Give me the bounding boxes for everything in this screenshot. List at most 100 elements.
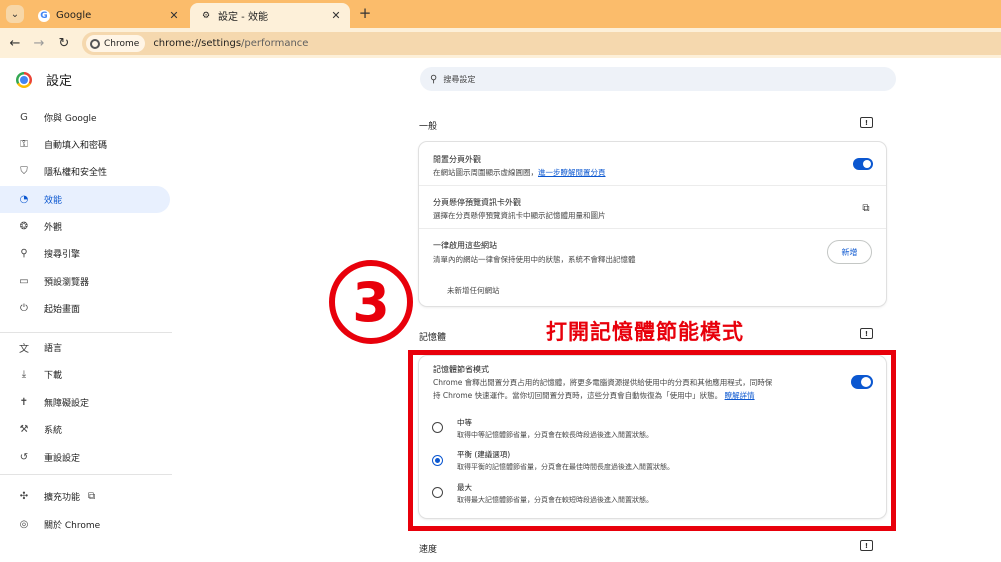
tab-title: Google bbox=[56, 10, 92, 21]
url-path: /performance bbox=[241, 38, 309, 49]
speedometer-icon: ◔ bbox=[19, 194, 29, 205]
always-active-desc: 清單內的網站一律會保持使用中的狀態，系統不會釋出記憶體 bbox=[433, 255, 636, 264]
feedback-icon[interactable]: ! bbox=[860, 117, 873, 128]
learn-more-link[interactable]: 進一步瞭解閒置分頁 bbox=[538, 168, 606, 177]
sidebar-item[interactable]: ◔ 效能 bbox=[0, 186, 170, 213]
page-title: 設定 bbox=[46, 74, 73, 89]
sidebar-divider bbox=[0, 474, 172, 475]
highlight-box bbox=[408, 350, 896, 531]
reset-icon: ↺ bbox=[19, 452, 29, 463]
tab-settings[interactable]: ⚙ 設定 - 效能 ✕ bbox=[190, 3, 350, 28]
chrome-icon bbox=[90, 38, 100, 49]
forward-button[interactable]: → bbox=[30, 34, 48, 52]
tab-appearance-toggle[interactable] bbox=[853, 158, 873, 170]
settings-search[interactable]: ⚲ bbox=[420, 67, 896, 91]
sidebar-item-label: 擴充功能 bbox=[44, 493, 81, 503]
arrow-left-icon: ← bbox=[9, 35, 21, 51]
reload-button[interactable]: ↻ bbox=[55, 34, 73, 52]
tab-strip: ⌄ G Google ✕ ⚙ 設定 - 效能 ✕ + bbox=[0, 0, 1001, 28]
sidebar-item[interactable]: ⚒ 系統 bbox=[0, 416, 170, 443]
general-card: 閒置分頁外觀 在網站圖示周圍顯示虛線圓圈，進一步瞭解閒置分頁 分頁懸停預覽資訊卡… bbox=[419, 142, 886, 306]
callout-text: 打開記憶體節能模式 bbox=[546, 320, 744, 344]
key-icon: ⚿ bbox=[20, 139, 28, 150]
sidebar-item[interactable]: ⛉ 隱私權和安全性 bbox=[0, 158, 170, 185]
section-heading-general: 一般 bbox=[419, 122, 438, 132]
google-g-icon: G bbox=[20, 112, 28, 123]
sidebar-item-label: 你與 Google bbox=[44, 114, 97, 124]
close-icon[interactable]: ✕ bbox=[328, 9, 344, 22]
sidebar-item-label: 無障礙設定 bbox=[44, 399, 90, 409]
sidebar-item[interactable]: ✣ 擴充功能 ⧉ bbox=[0, 483, 170, 510]
palette-icon: ❂ bbox=[19, 221, 29, 232]
chevron-down-icon: ⌄ bbox=[10, 8, 20, 20]
download-icon: ⤓ bbox=[21, 369, 27, 380]
site-info-chip[interactable]: Chrome bbox=[86, 35, 146, 52]
chrome-logo-icon bbox=[16, 71, 32, 88]
sidebar-item-label: 自動填入和密碼 bbox=[44, 141, 108, 151]
browser-window-icon: ▭ bbox=[19, 276, 29, 287]
back-button[interactable]: ← bbox=[6, 34, 24, 52]
sidebar-item[interactable]: G 你與 Google bbox=[0, 104, 170, 131]
sidebar-item-label: 系統 bbox=[44, 426, 63, 436]
plus-icon: + bbox=[358, 4, 372, 22]
section-heading-memory: 記憶體 bbox=[419, 333, 447, 343]
close-icon[interactable]: ✕ bbox=[166, 9, 182, 22]
sidebar-divider bbox=[0, 332, 172, 333]
sidebar-item-label: 效能 bbox=[44, 196, 63, 206]
search-icon: ⚲ bbox=[20, 248, 28, 259]
open-in-new-icon: ⧉ bbox=[88, 491, 96, 502]
feedback-icon[interactable]: ! bbox=[860, 540, 873, 551]
hover-card-desc: 選擇在分頁懸停預覽資訊卡中顯示記憶體用量和圖片 bbox=[433, 211, 606, 220]
sidebar-item-label: 重設設定 bbox=[44, 454, 81, 464]
empty-sites-text: 未新增任何網站 bbox=[447, 286, 500, 295]
tab-google[interactable]: G Google ✕ bbox=[28, 3, 188, 28]
open-in-new-icon[interactable]: ⧉ bbox=[860, 202, 872, 214]
hover-card-title: 分頁懸停預覽資訊卡外觀 bbox=[433, 198, 521, 207]
tab-appearance-title: 閒置分頁外觀 bbox=[433, 155, 481, 164]
always-active-title: 一律啟用這些網站 bbox=[433, 241, 497, 250]
url-host: chrome://settings bbox=[153, 38, 242, 49]
new-tab-button[interactable]: + bbox=[356, 4, 374, 22]
accessibility-icon: ✝ bbox=[19, 397, 29, 408]
sidebar-item[interactable]: ⤓ 下載 bbox=[0, 361, 170, 388]
gear-icon: ⚙ bbox=[201, 10, 211, 21]
section-heading-speed: 速度 bbox=[419, 545, 438, 555]
url-text[interactable]: chrome://settings/performance bbox=[153, 38, 308, 49]
sidebar-item[interactable]: ◎ 關於 Chrome bbox=[0, 511, 170, 538]
shield-icon: ⛉ bbox=[20, 166, 28, 177]
sidebar-item-label: 外觀 bbox=[44, 223, 63, 233]
sidebar-item[interactable]: ⚿ 自動填入和密碼 bbox=[0, 131, 170, 158]
tab-appearance-desc-text: 在網站圖示周圍顯示虛線圓圈， bbox=[433, 168, 538, 177]
sidebar-item-label: 搜尋引擎 bbox=[44, 250, 81, 260]
address-bar[interactable]: Chrome chrome://settings/performance bbox=[82, 32, 1001, 55]
translate-icon: 文 bbox=[19, 344, 29, 355]
toolbar: ← → ↻ Chrome chrome://settings/performan… bbox=[0, 28, 1001, 58]
sidebar-item[interactable]: 文 語言 bbox=[0, 334, 170, 361]
row-divider bbox=[419, 185, 886, 186]
sidebar-item[interactable]: ⚲ 搜尋引擎 bbox=[0, 240, 170, 267]
wrench-icon: ⚒ bbox=[19, 424, 29, 435]
tab-appearance-desc: 在網站圖示周圍顯示虛線圓圈，進一步瞭解閒置分頁 bbox=[433, 167, 606, 178]
row-divider bbox=[419, 228, 886, 229]
chrome-icon: ◎ bbox=[19, 519, 29, 530]
search-icon: ⚲ bbox=[430, 73, 438, 85]
sidebar-item[interactable]: ❂ 外觀 bbox=[0, 213, 170, 240]
tab-search-button[interactable]: ⌄ bbox=[6, 5, 24, 23]
arrow-right-icon: → bbox=[33, 35, 45, 51]
search-input[interactable] bbox=[443, 74, 844, 84]
step-number-badge: 3 bbox=[329, 260, 413, 344]
settings-brand: 設定 bbox=[16, 70, 72, 89]
reload-icon: ↻ bbox=[58, 35, 70, 51]
tab-title: 設定 - 效能 bbox=[218, 12, 268, 23]
sidebar-item-label: 起始畫面 bbox=[44, 305, 81, 315]
feedback-icon[interactable]: ! bbox=[860, 328, 873, 339]
sidebar-item[interactable]: ⏻ 起始畫面 bbox=[0, 295, 170, 322]
add-site-button[interactable]: 新增 bbox=[827, 240, 872, 264]
sidebar-item-label: 關於 Chrome bbox=[44, 521, 101, 531]
power-icon: ⏻ bbox=[20, 303, 28, 314]
chip-label: Chrome bbox=[104, 38, 140, 49]
sidebar-item[interactable]: ✝ 無障礙設定 bbox=[0, 389, 170, 416]
sidebar-item[interactable]: ↺ 重設設定 bbox=[0, 444, 170, 471]
sidebar-item-label: 下載 bbox=[44, 371, 63, 381]
sidebar-item[interactable]: ▭ 預設瀏覽器 bbox=[0, 268, 170, 295]
